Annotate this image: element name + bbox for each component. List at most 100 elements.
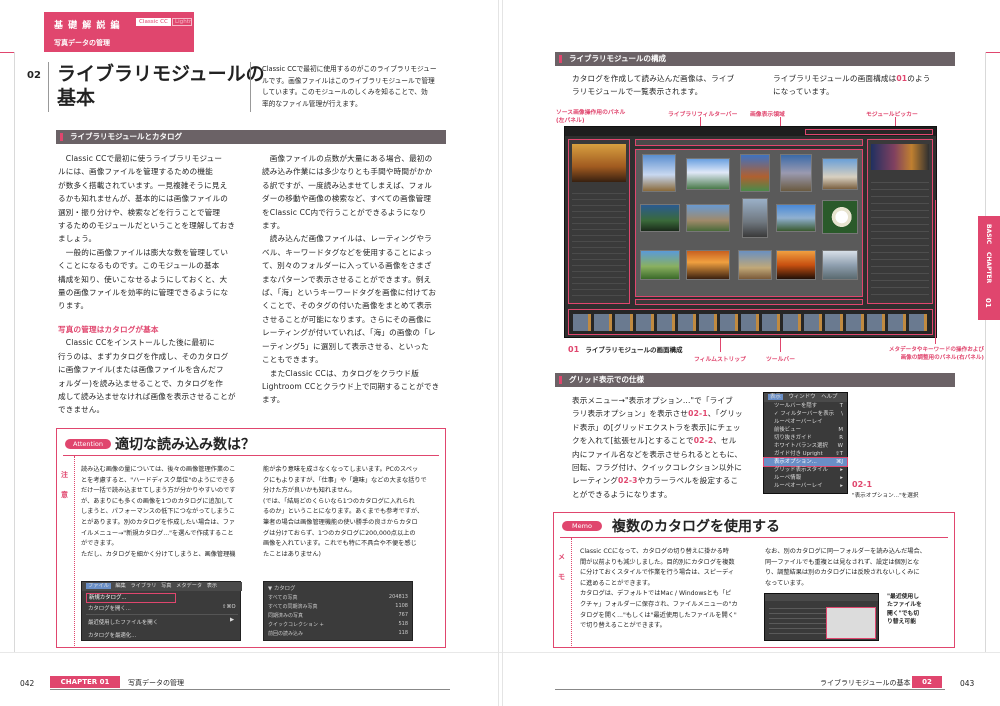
photo-thumbnail[interactable] (776, 250, 816, 280)
recent-files-screenshot (764, 593, 879, 641)
photo-thumbnail[interactable] (686, 204, 730, 232)
attention-side: 注 意 (57, 456, 75, 648)
header-subtitle: 写真データの管理 (54, 39, 110, 47)
section-number: 02 (27, 70, 41, 81)
photo-thumbnail[interactable] (642, 154, 676, 192)
photo-thumbnail[interactable] (776, 204, 816, 232)
grid-text: 表示メニュー→"表示オプション..."で「ライブ ラリ表示オプション」を表示させ… (572, 396, 743, 499)
photo-thumbnail[interactable] (822, 158, 858, 190)
title-rule (48, 62, 49, 112)
memo-badge: Memo (562, 521, 602, 531)
menu-item[interactable]: 切り抜きガイド R (764, 434, 847, 442)
menu-item[interactable]: 前後ビュー M (764, 426, 847, 434)
attention-badge: Attention (65, 439, 111, 449)
menu-shortcut: ⇧⌘O (222, 604, 236, 610)
footer-rule-right (555, 689, 945, 690)
label-module-picker: モジュールピッカー (866, 112, 918, 118)
section-heading-grid: グリッド表示での仕様 (555, 373, 955, 387)
image-grid[interactable] (635, 149, 863, 297)
label-filmstrip: フィルムストリップ (694, 357, 746, 363)
memo-side: メ モ (554, 538, 572, 648)
menu-item-new-catalog[interactable]: 新規カタログ... (86, 593, 176, 603)
menu-item[interactable]: ホワイトバランス選択 W (764, 442, 847, 450)
page-title: ライブラリモジュールの 基本 (57, 63, 265, 109)
menu-item-optimize[interactable]: カタログを最適化... (88, 631, 136, 639)
attention-col2: 能が余り意味を成さなくなってしまいます。PCのスペッ クにもよりますが、「仕事」… (263, 466, 427, 558)
lead-text: Classic CCで最初に使用するのがこのライブラリモジュー ルです。画像ファ… (262, 65, 437, 108)
chevron-right-icon: ▶ (230, 617, 235, 623)
attention-box: Attention 適切な読み込み数は？ 注 意 読み込む画像の量については、後… (56, 428, 446, 648)
footer-section-badge: 02 (912, 676, 942, 688)
memo-box: Memo 複数のカタログを使用する メ モ Classic CCになって、カタロ… (553, 512, 955, 648)
memo-col2: なお、別のカタログに同一フォルダーを読み込んだ場合、 同一ファイルでも重複とは見… (765, 548, 926, 587)
footer-rule-left (50, 689, 450, 690)
menu-item[interactable]: ✓ フィルターバーを表示 \ (764, 410, 847, 418)
subheading-catalog: 写真の管理はカタログが基本 (58, 324, 159, 334)
catalog-row[interactable]: すべての写真 204813 (268, 594, 408, 601)
catalog-row[interactable]: すべての同期済み写真 1108 (268, 603, 408, 610)
menu-item[interactable]: ガイド付き Upright ⇧T (764, 450, 847, 458)
body-col1: Classic CCで最初に使うライブラリモジュー ルには、画像ファイルを管理す… (58, 152, 248, 417)
label-source-panel: ソース画像操作用のパネル (左パネル) (556, 110, 626, 124)
menu-item[interactable]: ルーペオーバーレイ ▸ (764, 482, 847, 490)
catalog-row[interactable]: 同期済みの写真 767 (268, 612, 408, 619)
attention-col1: 読み込む画像の量については、後々の画像管理作業のこ とを考慮すると、"ハードディ… (81, 466, 236, 558)
filter-bar[interactable] (635, 139, 863, 146)
menu-item-view-options[interactable]: 表示オプション... ⌘J (763, 457, 848, 467)
menu-item-recent[interactable]: 最近使用したファイルを開く (88, 618, 158, 626)
intro-left: カタログを作成して読み込んだ画像は、ライブ ラリモジュールで一覧表示されます。 (572, 74, 735, 97)
left-panel[interactable] (568, 139, 630, 304)
attention-rule (63, 455, 439, 456)
attention-title: 適切な読み込み数は？ (115, 437, 255, 453)
menu-item[interactable]: ルーペオーバーレイ (764, 418, 847, 426)
photo-thumbnail[interactable] (742, 198, 768, 238)
photo-thumbnail[interactable] (822, 200, 858, 234)
catalog-row[interactable]: 前回の読み込み 118 (268, 630, 408, 637)
photo-thumbnail[interactable] (780, 154, 812, 192)
intro-right: ライブラリモジュールの画面構成は01のよう になっています。 (773, 74, 931, 97)
chapter-header: 基 礎 解 説 編 Classic CC Lightroom CC 写真データの… (44, 12, 194, 52)
badge-classic: Classic CC (136, 18, 171, 26)
catalog-row[interactable]: クイックコレクション +518 (268, 621, 408, 628)
page-number-left: 042 (20, 679, 35, 688)
menu-divider (86, 614, 238, 615)
body-col2: 画像ファイルの点数が大量にある場合、最初の 読み込み作業には多少なりとも手間や時… (262, 154, 440, 405)
navigator-preview (572, 144, 626, 182)
title-rule-right (250, 62, 251, 112)
catalog-panel-screenshot: ▼ カタログ すべての写真 204813 すべての同期済み写真 1108 同期済みの… (263, 581, 413, 641)
memo-col1: Classic CCになって、カタログの切り替えに掛かる時 間が以前よりも減少し… (580, 548, 738, 630)
memo-title: 複数のカタログを使用する (612, 519, 780, 535)
memo-note: "最近使用し たファイルを 開く"でも切 り替え可能 (887, 594, 922, 626)
figure-caption: 01 ライブラリモジュールの画面構成 (568, 345, 683, 354)
photo-thumbnail[interactable] (640, 250, 680, 280)
label-filter-bar: ライブラリフィルターバー (668, 112, 738, 118)
photo-thumbnail[interactable] (740, 154, 770, 192)
footer-section-title: ライブラリモジュールの基本 (820, 679, 911, 687)
menu-item-open-catalog[interactable]: カタログを開く... (88, 604, 131, 612)
photo-thumbnail[interactable] (822, 250, 858, 280)
menu-item[interactable]: グリッド表示スタイル ▸ (764, 466, 847, 474)
file-menu-bar: ファイル 編集 ライブラリ 写真 メタデータ 表示 (82, 582, 242, 591)
footer-chapter-badge: CHAPTER 01 (50, 676, 120, 688)
photo-thumbnail[interactable] (640, 204, 680, 232)
footer-chapter-title: 写真データの管理 (128, 679, 184, 687)
toolbar[interactable] (635, 299, 863, 305)
series-label: 基 礎 解 説 編 (54, 21, 121, 31)
label-toolbar: ツールバー (766, 357, 795, 363)
menu-item[interactable]: ツールバーを隠す T (764, 402, 847, 410)
histogram (871, 144, 929, 170)
section-heading-structure: ライブラリモジュールの構成 (555, 52, 955, 66)
menu-caption-num: 02-1 (852, 480, 873, 489)
badge-lightroom: Lightroom CC (172, 18, 192, 26)
photo-thumbnail[interactable] (686, 250, 730, 280)
menu-item[interactable]: ルーペ情報 ▸ (764, 474, 847, 482)
filmstrip[interactable] (568, 309, 933, 335)
lightroom-screenshot (564, 126, 937, 338)
menu-caption: "表示オプション..."を選択 (852, 493, 919, 499)
photo-thumbnail[interactable] (686, 158, 730, 190)
file-menu-screenshot: ファイル 編集 ライブラリ 写真 メタデータ 表示 新規カタログ... カタログ… (81, 581, 242, 641)
module-picker[interactable] (805, 129, 933, 135)
section-heading-catalog: ライブラリモジュールとカタログ (56, 130, 446, 144)
right-panel[interactable] (867, 139, 933, 304)
photo-thumbnail[interactable] (738, 250, 772, 280)
